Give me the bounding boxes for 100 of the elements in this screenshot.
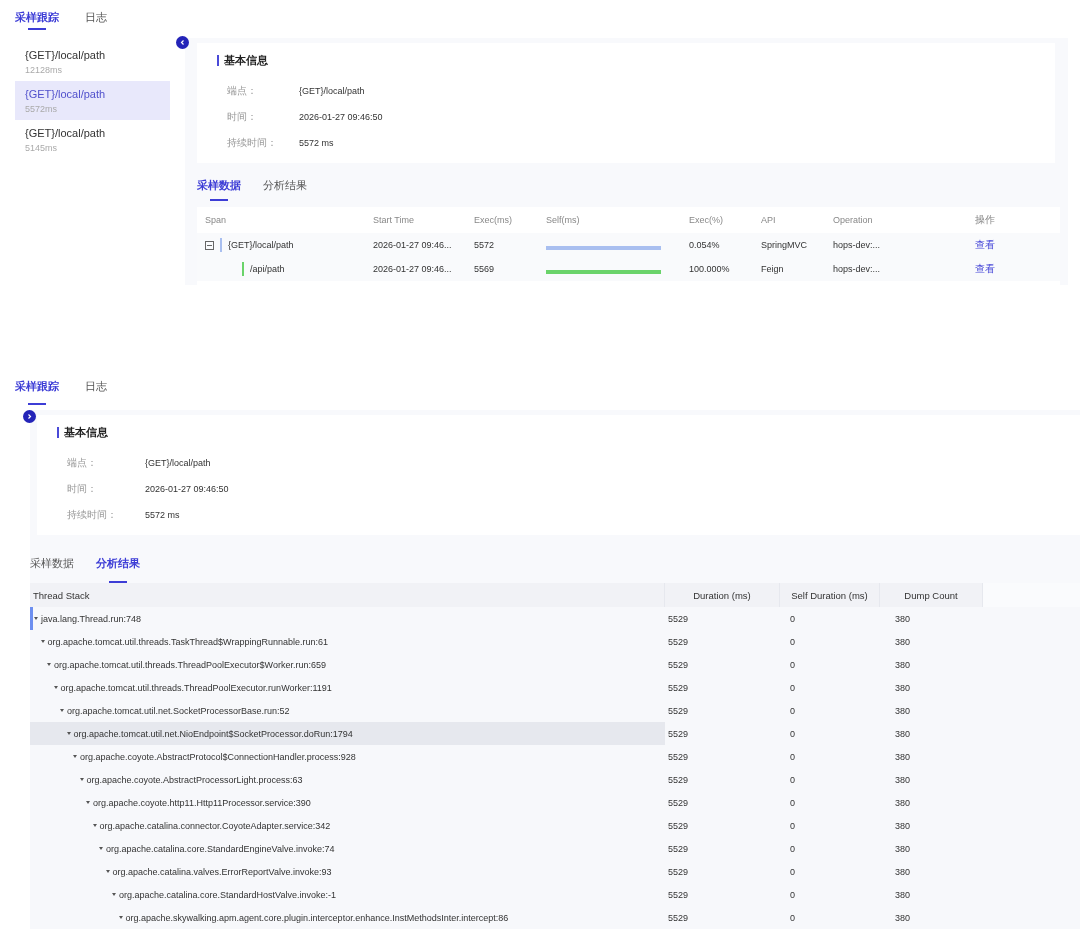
- table-cell-text: 2026-01-27 09:46...: [373, 264, 453, 274]
- section-title: 基本信息: [57, 427, 108, 438]
- caret-icon[interactable]: [86, 801, 90, 804]
- tab[interactable]: 采样数据: [197, 177, 241, 201]
- table-cell-text: Feign: [761, 264, 785, 274]
- table-cell-text: 0: [789, 728, 796, 739]
- field-value: 2026-01-27 09:46:50: [299, 112, 383, 122]
- method-name[interactable]: org.apache.tomcat.util.net.SocketProcessorBase.run:52: [67, 705, 290, 716]
- table-cell-text: 5529: [667, 866, 690, 877]
- method-name[interactable]: org.apache.catalina.core.StandardEngineValve.invoke:74: [106, 843, 335, 854]
- table-cell-text: 0: [789, 889, 796, 900]
- column-header: Self(ms): [546, 215, 581, 225]
- table-cell-text: 5529: [667, 636, 690, 647]
- column-header: Dump Count: [880, 583, 983, 607]
- table-cell-text: 100.000%: [689, 264, 731, 274]
- chevron-left-icon: [179, 39, 186, 46]
- column-header: Span: [205, 215, 228, 225]
- field-label: 端点：: [227, 84, 258, 98]
- table-cell-text: 380: [894, 705, 912, 716]
- sidebar-toggle[interactable]: [23, 410, 36, 423]
- table-cell-text: 0: [789, 820, 796, 831]
- method-name[interactable]: org.apache.catalina.valves.ErrorReportValve.invoke:93: [112, 866, 332, 877]
- sidebar-toggle[interactable]: [176, 36, 189, 49]
- view-link[interactable]: 查看: [975, 238, 995, 252]
- tab[interactable]: 日志: [85, 376, 107, 405]
- caret-icon[interactable]: [105, 870, 110, 873]
- caret-icon[interactable]: [118, 916, 123, 919]
- method-name[interactable]: org.apache.tomcat.util.threads.ThreadPoolExecutor.runWorker:1191: [60, 682, 332, 693]
- section-title: 基本信息: [217, 55, 268, 66]
- table-cell-text: 5529: [667, 705, 690, 716]
- method-name[interactable]: org.apache.catalina.connector.CoyoteAdapter.service:342: [99, 820, 331, 831]
- table-cell-text: 2026-01-27 09:46...: [373, 240, 453, 250]
- table-cell-text: 380: [894, 751, 912, 762]
- table-cell-text: SpringMVC: [761, 240, 808, 250]
- table-cell-text: 5529: [667, 797, 690, 808]
- caret-icon[interactable]: [92, 824, 97, 827]
- view-link[interactable]: 查看: [975, 262, 995, 276]
- table-cell-text: 5529: [667, 728, 690, 739]
- method-name[interactable]: org.apache.tomcat.util.threads.ThreadPoolExecutor$Worker.run:659: [54, 659, 326, 670]
- table-cell-text: 380: [894, 682, 912, 693]
- chevron-right-icon: [26, 413, 33, 420]
- caret-icon[interactable]: [66, 732, 71, 735]
- table-cell-text: 380: [894, 820, 912, 831]
- table-cell-text: 0: [789, 705, 796, 716]
- table-cell-text: 0: [789, 613, 796, 624]
- caret-icon[interactable]: [112, 893, 116, 896]
- method-name[interactable]: org.apache.coyote.AbstractProcessorLight.process:63: [86, 774, 303, 785]
- table-cell-text: hops-dev:...: [833, 264, 882, 274]
- table-cell-text: 5529: [667, 682, 690, 693]
- field-label: 时间：: [67, 482, 98, 496]
- tab[interactable]: 日志: [85, 10, 107, 30]
- method-name[interactable]: org.apache.catalina.core.StandardHostValve.invoke:-1: [119, 889, 336, 900]
- tab[interactable]: 分析结果: [263, 177, 307, 201]
- table-cell-text: 380: [894, 797, 912, 808]
- table-cell-text: 0: [789, 866, 796, 877]
- table-cell-text: 0: [789, 774, 796, 785]
- column-header: Thread Stack: [30, 583, 665, 607]
- table-cell-text: 380: [894, 613, 912, 624]
- caret-icon[interactable]: [40, 640, 45, 643]
- field-label: 持续时间：: [227, 136, 278, 150]
- field-value: 2026-01-27 09:46:50: [145, 484, 229, 494]
- method-name[interactable]: org.apache.coyote.http11.Http11Processor.service:390: [93, 797, 311, 808]
- span-name: {GET}/local/path: [228, 240, 294, 250]
- caret-icon[interactable]: [47, 663, 51, 666]
- table-cell-text: 5569: [474, 264, 496, 274]
- table-cell-text: 0.054%: [689, 240, 721, 250]
- tab[interactable]: 分析结果: [96, 551, 140, 583]
- field-value: {GET}/local/path: [145, 458, 211, 468]
- trace-item[interactable]: {GET}/local/path 12128ms: [15, 42, 170, 81]
- caret-icon[interactable]: [73, 755, 77, 758]
- table-cell-text: 380: [894, 636, 912, 647]
- caret-icon[interactable]: [79, 778, 84, 781]
- span-name: /api/path: [250, 264, 285, 274]
- field-value: {GET}/local/path: [299, 86, 365, 96]
- field-value: 5572 ms: [145, 510, 180, 520]
- method-name[interactable]: org.apache.skywalking.apm.agent.core.plugin.interceptor.enhance.InstMethodsInter.intercept:86: [125, 912, 509, 923]
- table-cell-text: 5529: [667, 659, 690, 670]
- caret-icon[interactable]: [99, 847, 103, 850]
- table-cell-text: 0: [789, 912, 796, 923]
- collapse-icon[interactable]: [205, 240, 214, 250]
- caret-icon[interactable]: [34, 617, 38, 620]
- table-cell-text: 5529: [667, 912, 690, 923]
- method-name[interactable]: org.apache.tomcat.util.threads.TaskThread$WrappingRunnable.run:61: [47, 636, 328, 647]
- tab[interactable]: 采样跟踪: [15, 10, 59, 30]
- method-name[interactable]: java.lang.Thread.run:748: [41, 613, 142, 624]
- table-cell-text: 380: [894, 728, 912, 739]
- field-label: 端点：: [67, 456, 98, 470]
- caret-icon[interactable]: [60, 709, 64, 712]
- column-header: Exec(%): [689, 215, 724, 225]
- trace-item[interactable]: {GET}/local/path 5572ms: [15, 81, 170, 120]
- column-header: Duration (ms): [665, 583, 780, 607]
- tab[interactable]: 采样跟踪: [15, 376, 59, 405]
- table-cell-text: 380: [894, 866, 912, 877]
- method-name[interactable]: org.apache.coyote.AbstractProtocol$ConnectionHandler.process:928: [80, 751, 356, 762]
- column-header: Operation: [833, 215, 874, 225]
- table-cell-text: 5529: [667, 889, 690, 900]
- trace-item[interactable]: {GET}/local/path 5145ms: [15, 120, 170, 159]
- caret-icon[interactable]: [53, 686, 58, 689]
- table-cell-text: 380: [894, 774, 912, 785]
- tab[interactable]: 采样数据: [30, 551, 74, 583]
